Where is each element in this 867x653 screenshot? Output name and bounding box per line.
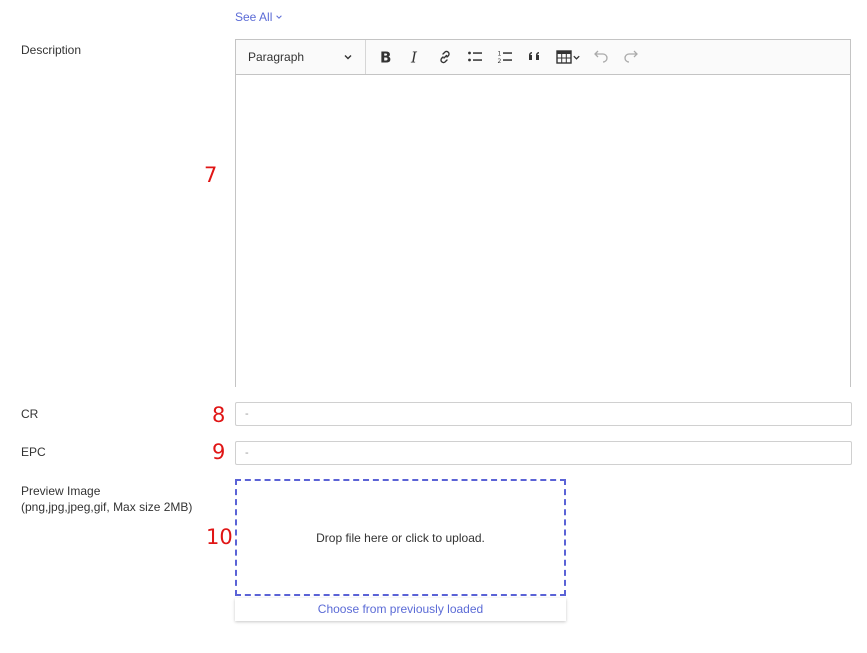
table-icon	[555, 50, 572, 64]
choose-previous-button[interactable]: Choose from previously loaded	[235, 598, 566, 621]
see-all-link[interactable]: See All	[235, 10, 283, 24]
chevron-down-icon	[344, 55, 352, 60]
preview-image-hint: (png,jpg,jpeg,gif, Max size 2MB)	[21, 500, 193, 514]
svg-text:B: B	[380, 49, 391, 65]
quote-button[interactable]	[520, 42, 550, 72]
numbered-list-button[interactable]: 1 2	[490, 42, 520, 72]
epc-label: EPC	[21, 445, 46, 459]
chevron-down-icon	[572, 55, 580, 60]
svg-text:I: I	[410, 49, 418, 65]
cr-input[interactable]: -	[235, 402, 852, 426]
bold-button[interactable]: B	[370, 42, 400, 72]
chevron-down-icon	[276, 15, 283, 19]
svg-text:2: 2	[498, 58, 502, 65]
annotation-marker-8: 8	[212, 403, 226, 427]
annotation-marker-7: 7	[204, 163, 218, 187]
redo-button[interactable]	[616, 42, 646, 72]
undo-button[interactable]	[586, 42, 616, 72]
see-all-label: See All	[235, 10, 273, 24]
annotation-marker-9: 9	[212, 440, 226, 464]
link-icon	[440, 50, 450, 64]
editor-toolbar: Paragraph B I 1 2	[236, 40, 850, 75]
description-editor[interactable]: Paragraph B I 1 2	[235, 39, 851, 388]
preview-image-title: Preview Image	[21, 484, 101, 498]
paragraph-style-dropdown[interactable]: Paragraph	[236, 40, 366, 74]
epc-input[interactable]: -	[235, 441, 852, 465]
italic-icon: I	[410, 49, 418, 65]
bulleted-list-button[interactable]	[460, 42, 490, 72]
numbered-list-icon: 1 2	[498, 51, 512, 65]
editor-content-area[interactable]	[236, 75, 850, 388]
preview-image-label: Preview Image (png,jpg,jpeg,gif, Max siz…	[21, 483, 192, 515]
annotation-marker-10: 10	[206, 525, 233, 549]
undo-icon	[594, 50, 608, 63]
cr-label: CR	[21, 407, 39, 421]
link-button[interactable]	[430, 42, 460, 72]
description-label: Description	[21, 43, 82, 57]
bold-icon: B	[380, 49, 391, 65]
quote-icon	[529, 52, 539, 60]
italic-button[interactable]: I	[400, 42, 430, 72]
image-dropzone[interactable]: Drop file here or click to upload.	[235, 479, 566, 596]
redo-icon	[624, 50, 638, 63]
dropzone-text: Drop file here or click to upload.	[316, 530, 485, 545]
bulleted-list-icon	[468, 51, 482, 62]
paragraph-style-label: Paragraph	[248, 50, 305, 64]
svg-text:1: 1	[498, 51, 502, 58]
insert-table-button[interactable]	[550, 42, 586, 72]
